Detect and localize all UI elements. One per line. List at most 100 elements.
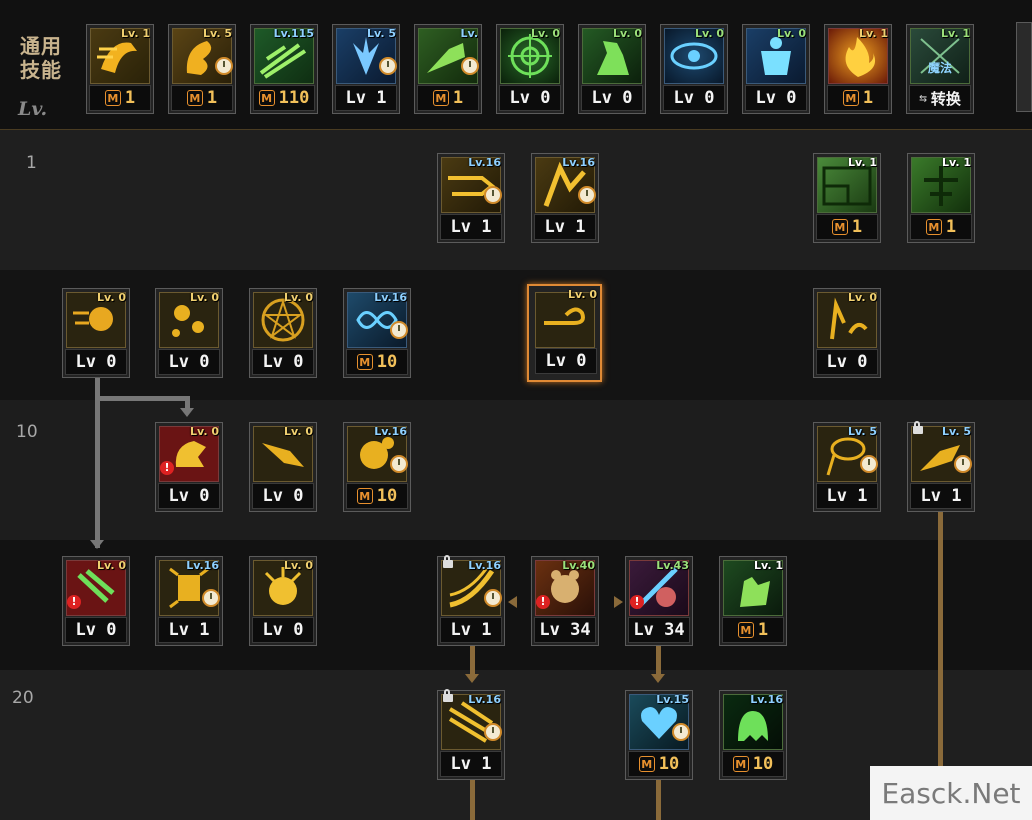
- general-skill-11[interactable]: 魔法 Lv. 1 ⇆ 转换: [906, 24, 974, 114]
- warning-icon: !: [160, 461, 174, 475]
- general-skill-9[interactable]: Lv. 0 Lv 0: [742, 24, 810, 114]
- skill-footer-value: Lv 0: [262, 352, 304, 372]
- skill-r5c[interactable]: Lv.16 M 10: [719, 690, 787, 780]
- skill-level-text: Lv.40: [562, 559, 595, 572]
- skill-r3d[interactable]: Lv. 5 Lv 1: [813, 422, 881, 512]
- skill-level-text: Lv.16: [374, 425, 407, 438]
- skill-r4c[interactable]: Lv. 0 Lv 0: [249, 556, 317, 646]
- skill-r4g[interactable]: Lv. 1 M1: [719, 556, 787, 646]
- general-skill-12-partial[interactable]: [1016, 22, 1032, 112]
- general-skill-8[interactable]: Lv. 0 Lv 0: [660, 24, 728, 114]
- skill-footer: Lv 1: [158, 617, 220, 643]
- m-badge-icon: M: [258, 90, 275, 106]
- skill-footer: M1: [910, 214, 972, 240]
- skill-footer: M1: [417, 85, 479, 111]
- skill-footer-value: Lv 1: [450, 217, 492, 237]
- skill-footer-value: 1: [851, 217, 863, 237]
- skill-level-text: Lv. 0: [284, 291, 313, 304]
- skill-level-text: Lv. 1: [859, 27, 888, 40]
- skill-r3a[interactable]: Lv. 0 ! Lv 0: [155, 422, 223, 512]
- skill-footer-value: Lv 34: [539, 620, 591, 640]
- skill-r2f[interactable]: Lv. 0 Lv 0: [813, 288, 881, 378]
- skill-r4e[interactable]: Lv.40 ! Lv 34: [531, 556, 599, 646]
- skill-footer: M1: [722, 617, 784, 643]
- skill-level-text: Lv. 0: [97, 559, 126, 572]
- general-skill-5[interactable]: Lv. M1: [414, 24, 482, 114]
- skill-level-text: Lv. 0: [190, 291, 219, 304]
- skill-footer-value: Lv 0: [262, 486, 304, 506]
- skill-footer: M 110: [253, 85, 315, 111]
- warning-icon: !: [67, 595, 81, 609]
- skill-r2b[interactable]: Lv. 0 Lv 0: [155, 288, 223, 378]
- skill-footer-value: Lv 0: [755, 88, 797, 108]
- skill-level-text: Lv.16: [750, 693, 783, 706]
- skill-footer: M 10: [346, 483, 408, 509]
- skill-r4b[interactable]: Lv.16 Lv 1: [155, 556, 223, 646]
- divider: [0, 129, 1032, 130]
- skill-level-text: Lv. 5: [203, 27, 232, 40]
- skill-level-text: Lv. 1: [848, 156, 877, 169]
- skill-r3e[interactable]: Lv. 5 Lv 1: [907, 421, 975, 512]
- general-skill-7[interactable]: Lv. 0 Lv 0: [578, 24, 646, 114]
- skill-footer: Lv 1: [534, 214, 596, 240]
- lock-icon: [913, 421, 923, 434]
- arrow-left-icon: [508, 596, 517, 608]
- skill-footer-value: 1: [862, 88, 874, 108]
- skill-footer: Lv 0: [816, 349, 878, 375]
- skill-r1d[interactable]: Lv. 1 M1: [907, 153, 975, 243]
- skill-footer-value: 110: [278, 88, 310, 108]
- general-skill-6[interactable]: Lv. 0 Lv 0: [496, 24, 564, 114]
- skill-r3b[interactable]: Lv. 0 Lv 0: [249, 422, 317, 512]
- skill-footer: Lv 34: [534, 617, 596, 643]
- skill-footer: Lv 0: [65, 349, 127, 375]
- skill-footer: Lv 0: [745, 85, 807, 111]
- skill-r2d[interactable]: Lv.16 M 10: [343, 288, 411, 378]
- skill-r2c[interactable]: Lv. 0 Lv 0: [249, 288, 317, 378]
- general-skill-4[interactable]: Lv. 5 Lv 1: [332, 24, 400, 114]
- skill-footer: Lv 0: [663, 85, 725, 111]
- skill-r4f[interactable]: Lv.43 ! Lv 34: [625, 556, 693, 646]
- m-badge-icon: M: [432, 90, 449, 106]
- lock-icon: [443, 555, 453, 568]
- arrow-down-icon: [651, 674, 665, 683]
- skill-r4d[interactable]: Lv.16 Lv 1: [437, 555, 505, 646]
- tree-connector-line: [656, 646, 661, 676]
- general-skill-2[interactable]: Lv. 5 M1: [168, 24, 236, 114]
- cooldown-clock-icon: [484, 723, 502, 741]
- convert-swap-icon: ⇆: [919, 90, 927, 106]
- skill-level-text: Lv. 0: [777, 27, 806, 40]
- skill-level-text: Lv.16: [374, 291, 407, 304]
- skill-r1b[interactable]: Lv.16 Lv 1: [531, 153, 599, 243]
- skill-r2e-selected[interactable]: Lv. 0 Lv 0: [527, 284, 602, 382]
- cooldown-clock-icon: [379, 57, 397, 75]
- tree-connector-line: [95, 378, 100, 548]
- cooldown-clock-icon: [390, 455, 408, 473]
- general-skill-3[interactable]: Lv.115 M 110: [250, 24, 318, 114]
- skill-level-text: Lv. 1: [941, 27, 970, 40]
- skill-r2a[interactable]: Lv. 0 Lv 0: [62, 288, 130, 378]
- skill-level-text: Lv.16: [468, 156, 501, 169]
- row-label-20: 20: [12, 688, 34, 708]
- general-skill-1[interactable]: Lv. 1 M1: [86, 24, 154, 114]
- skill-footer-value: Lv 0: [591, 88, 633, 108]
- cooldown-clock-icon: [215, 57, 233, 75]
- skill-level-text: Lv.43: [656, 559, 689, 572]
- skill-level-text: Lv. 0: [848, 291, 877, 304]
- skill-r5b[interactable]: Lv.15 M 10: [625, 690, 693, 780]
- skill-footer: Lv 1: [910, 483, 972, 509]
- skill-footer-value: Lv 0: [75, 352, 117, 372]
- skill-footer: M1: [171, 85, 233, 111]
- skill-r5a[interactable]: Lv.16 Lv 1: [437, 689, 505, 780]
- skill-level-text: Lv. 0: [190, 425, 219, 438]
- cooldown-clock-icon: [954, 455, 972, 473]
- skill-r4a[interactable]: Lv. 0 ! Lv 0: [62, 556, 130, 646]
- skill-level-text: Lv. 0: [568, 288, 597, 301]
- skill-r3c[interactable]: Lv.16 M 10: [343, 422, 411, 512]
- skill-r1c[interactable]: Lv. 1 M1: [813, 153, 881, 243]
- skill-footer-value: 10: [376, 352, 398, 372]
- general-skill-10[interactable]: Lv. 1 M1: [824, 24, 892, 114]
- cooldown-clock-icon: [578, 186, 596, 204]
- skill-r1a[interactable]: Lv.16 Lv 1: [437, 153, 505, 243]
- tree-connector-line: [938, 512, 943, 768]
- skill-level-text: Lv. 0: [695, 27, 724, 40]
